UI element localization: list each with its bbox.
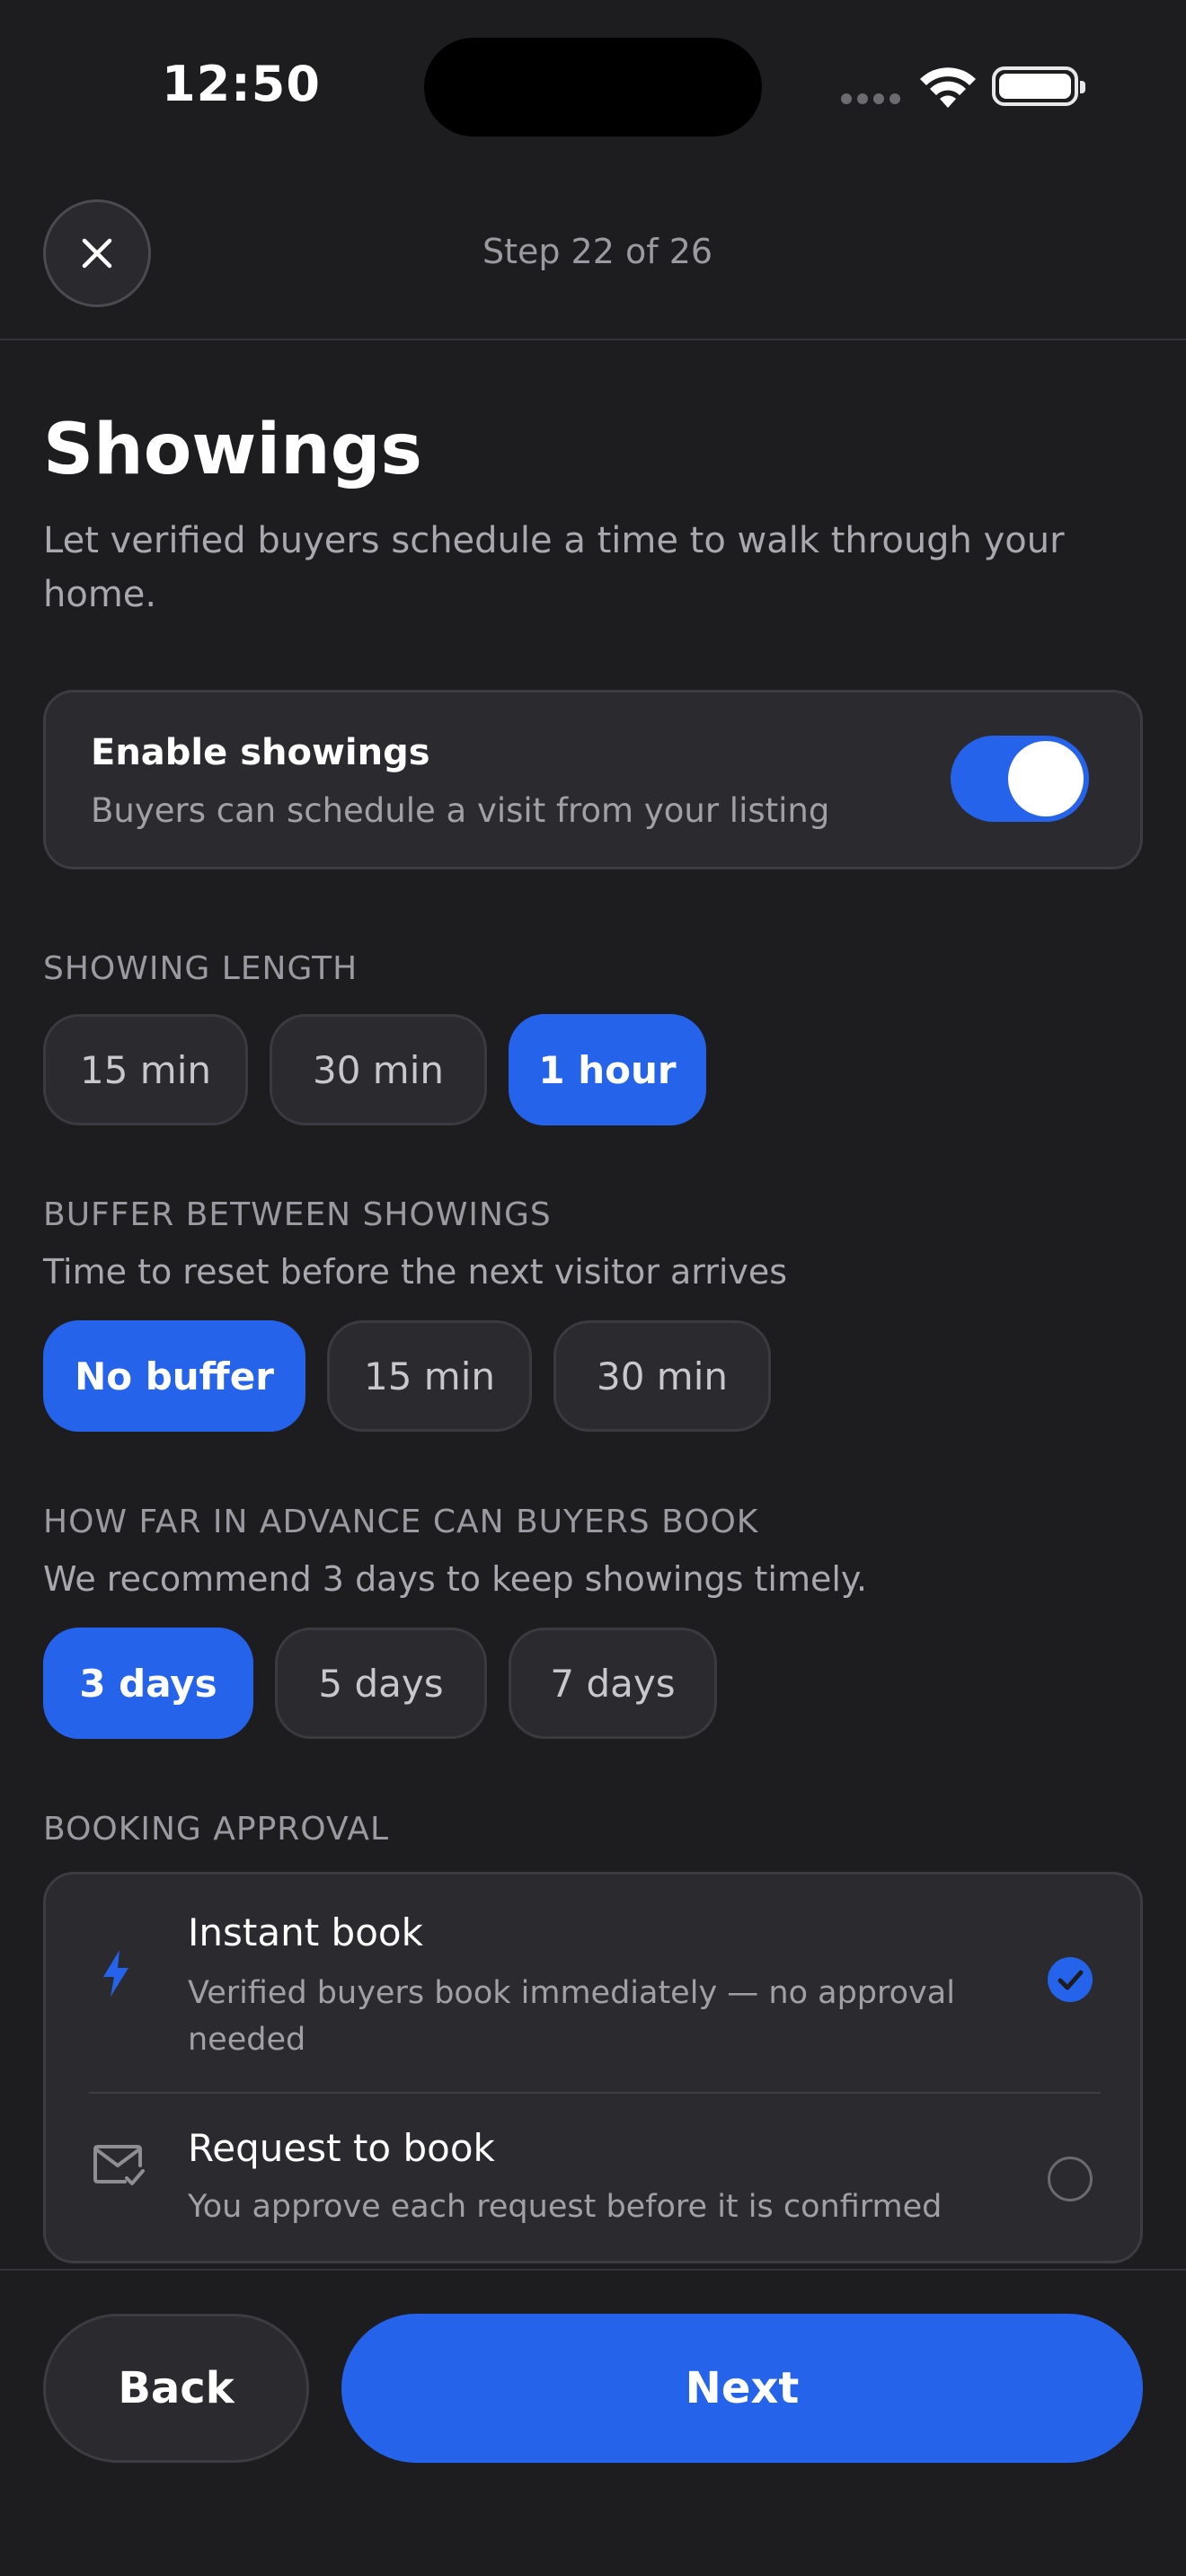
back-button[interactable]: Back	[43, 2314, 309, 2463]
instant-book-description: Verified buyers book immediately — no ap…	[188, 1975, 955, 2058]
page-title: Showings	[43, 410, 422, 490]
buffer-option-no-buffer[interactable]: No buffer	[43, 1320, 305, 1432]
enable-showings-toggle[interactable]	[951, 736, 1089, 822]
cellular-signal-icon	[841, 93, 904, 106]
enable-showings-description: Buyers can schedule a visit from your li…	[91, 791, 830, 830]
approval-option-instant-book[interactable]: Instant book Verified buyers book immedi…	[46, 1875, 1140, 2092]
advance-option-3-days[interactable]: 3 days	[43, 1628, 253, 1739]
showing-length-option-15-min[interactable]: 15 min	[43, 1014, 248, 1125]
instant-book-title: Instant book	[188, 1910, 423, 1954]
enable-showings-title: Enable showings	[91, 732, 430, 773]
request-to-book-title: Request to book	[188, 2126, 495, 2170]
wifi-icon	[920, 67, 976, 108]
instant-book-radio-checked[interactable]	[1048, 1957, 1093, 2002]
footer-divider	[0, 2269, 1186, 2271]
advance-option-5-days[interactable]: 5 days	[275, 1628, 487, 1739]
showing-length-option-1-hour[interactable]: 1 hour	[509, 1014, 706, 1125]
dynamic-island	[424, 38, 762, 137]
advance-booking-label: HOW FAR IN ADVANCE CAN BUYERS BOOK	[43, 1504, 759, 1540]
page-subtitle: Let verified buyers schedule a time to w…	[43, 520, 1065, 615]
status-bar: 12:50	[0, 0, 1186, 180]
booking-approval-label: BOOKING APPROVAL	[43, 1811, 389, 1848]
advance-option-7-days[interactable]: 7 days	[509, 1628, 717, 1739]
next-button[interactable]: Next	[341, 2314, 1143, 2463]
status-time: 12:50	[162, 56, 321, 112]
header-divider	[0, 339, 1186, 340]
advance-booking-hint: We recommend 3 days to keep showings tim…	[43, 1559, 868, 1599]
enable-showings-card[interactable]: Enable showings Buyers can schedule a vi…	[43, 690, 1143, 869]
showing-length-label: SHOWING LENGTH	[43, 950, 358, 987]
buffer-hint: Time to reset before the next visitor ar…	[43, 1252, 788, 1292]
buffer-label: BUFFER BETWEEN SHOWINGS	[43, 1196, 552, 1233]
approval-option-request-to-book[interactable]: Request to book You approve each request…	[46, 2094, 1140, 2261]
check-icon	[1058, 1970, 1084, 1990]
step-indicator: Step 22 of 26	[482, 232, 713, 271]
buffer-option-30-min[interactable]: 30 min	[553, 1320, 771, 1432]
request-to-book-description: You approve each request before it is co…	[188, 2189, 943, 2225]
toggle-knob	[1008, 741, 1084, 816]
battery-icon	[992, 66, 1085, 106]
booking-approval-card: Instant book Verified buyers book immedi…	[43, 1872, 1143, 2263]
lightning-icon	[103, 1950, 128, 1997]
request-to-book-radio[interactable]	[1048, 2157, 1093, 2201]
showing-length-option-30-min[interactable]: 30 min	[270, 1014, 487, 1125]
buffer-option-15-min[interactable]: 15 min	[327, 1320, 532, 1432]
mail-check-icon	[93, 2145, 145, 2185]
